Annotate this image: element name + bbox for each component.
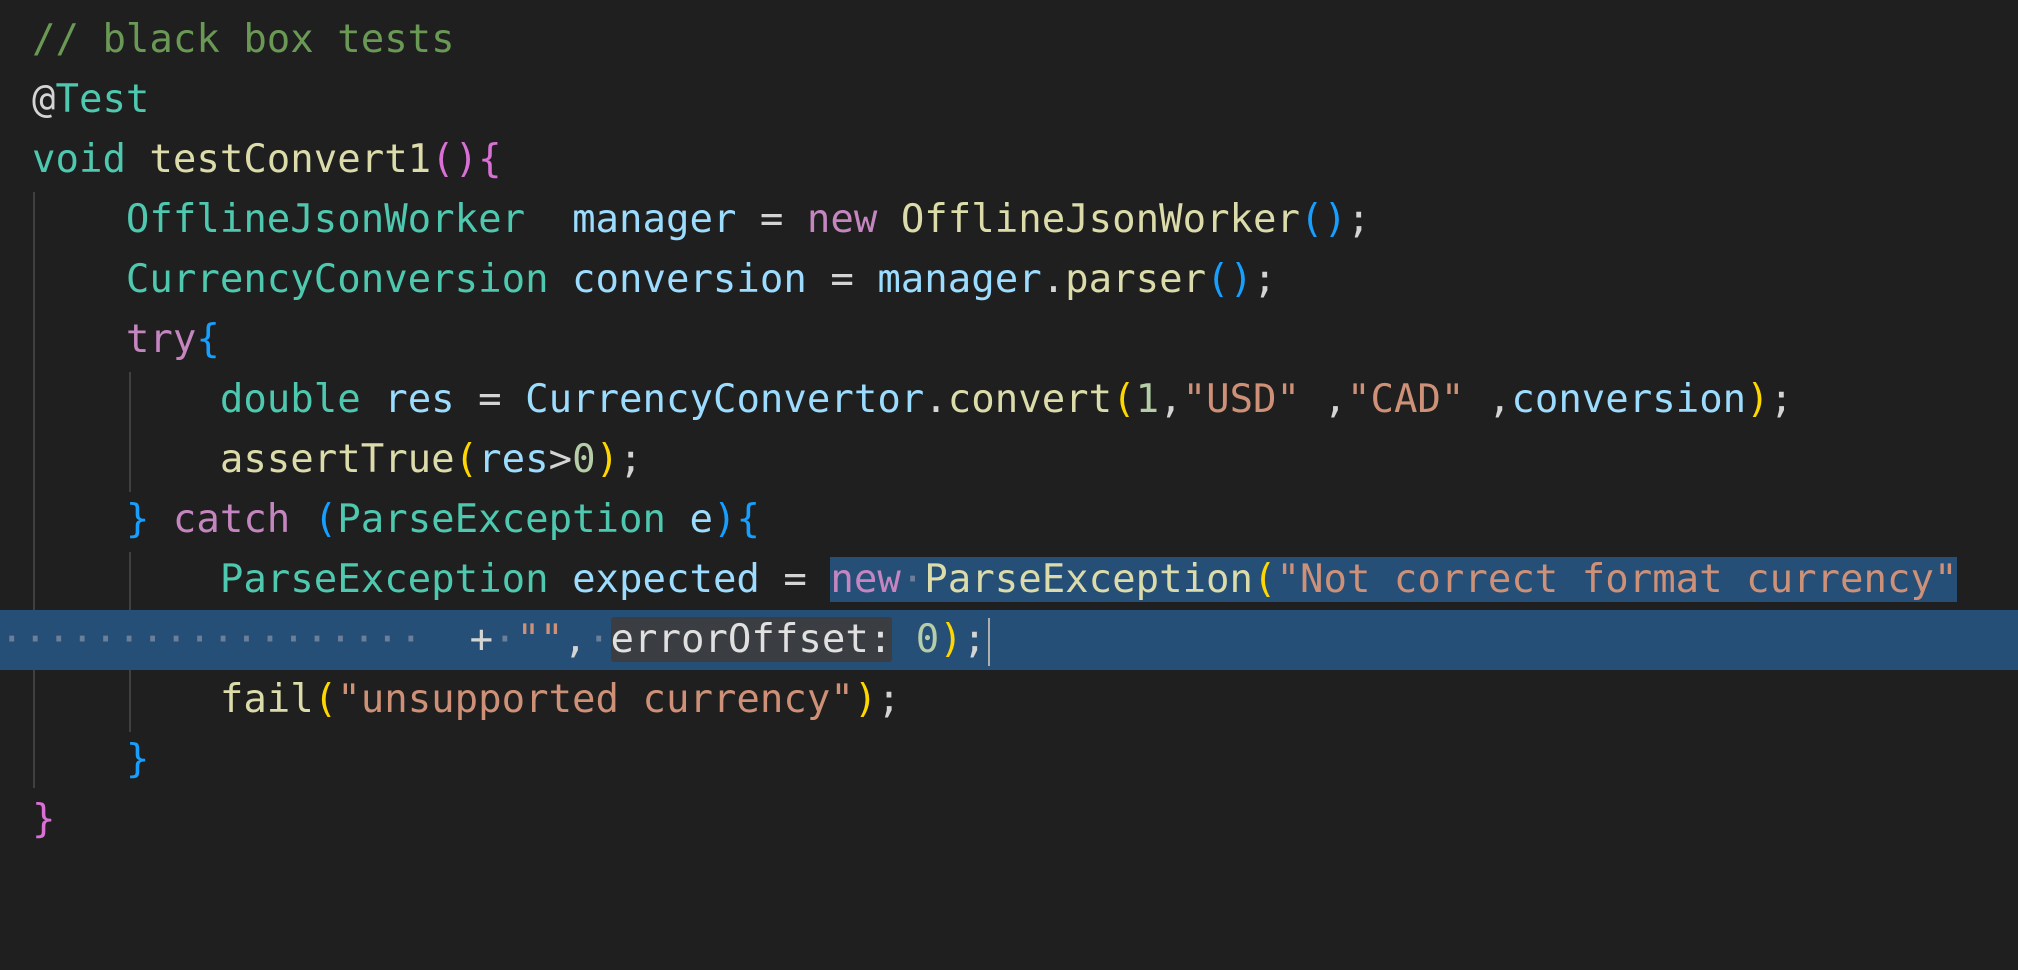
paren: ) xyxy=(454,137,479,182)
number-literal: 1 xyxy=(1135,377,1160,422)
semicolon: ; xyxy=(877,677,901,722)
assign-operator: = xyxy=(454,377,526,422)
assign-operator: = xyxy=(759,557,831,602)
code-line[interactable]: } xyxy=(0,730,2018,790)
code-line[interactable]: double res = CurrencyConvertor.convert(1… xyxy=(0,370,2018,430)
paren: ) xyxy=(1746,377,1770,422)
plus-operator: + xyxy=(469,617,494,662)
parameter-name: e xyxy=(689,497,713,542)
text-cursor xyxy=(988,617,991,666)
type-name: CurrencyConversion xyxy=(125,257,549,302)
type-name: OfflineJsonWorker xyxy=(125,197,526,242)
dot: . xyxy=(924,377,948,422)
variable-name: expected xyxy=(572,557,760,602)
variable-name: manager xyxy=(572,197,737,242)
comment-text: // black box tests xyxy=(32,17,455,62)
method-call: parser xyxy=(1065,257,1207,302)
assign-operator: = xyxy=(736,197,807,242)
class-name: CurrencyConvertor xyxy=(525,377,925,422)
code-line[interactable]: void testConvert1(){ xyxy=(0,130,2018,190)
code-editor[interactable]: // black box tests @Test void testConver… xyxy=(0,0,2018,856)
string-literal: "" xyxy=(516,617,564,662)
constructor-name: ParseException xyxy=(924,557,1254,602)
parameter-hint: errorOffset: xyxy=(610,617,893,662)
brace: { xyxy=(196,317,220,362)
string-literal: "unsupported currency" xyxy=(337,677,854,722)
variable-name: res xyxy=(478,437,549,482)
assign-operator: = xyxy=(806,257,878,302)
code-line[interactable]: } catch (ParseException e){ xyxy=(0,490,2018,550)
return-type: void xyxy=(32,137,126,182)
function-call: fail xyxy=(219,677,314,722)
code-line[interactable]: // black box tests xyxy=(0,10,2018,70)
argument-name: conversion xyxy=(1511,377,1747,422)
string-literal: "USD" xyxy=(1182,377,1301,422)
paren: ( xyxy=(431,137,455,182)
paren: ) xyxy=(712,497,737,542)
semicolon: ; xyxy=(962,617,987,662)
string-literal: "CAD" xyxy=(1346,377,1465,422)
comma: , xyxy=(1300,377,1347,422)
number-literal: 0 xyxy=(915,617,940,662)
paren: ( xyxy=(313,677,338,722)
variable-name: res xyxy=(384,377,455,422)
semicolon: ; xyxy=(1253,257,1277,302)
number-literal: 0 xyxy=(572,437,596,482)
comma: , xyxy=(1159,377,1183,422)
paren: ( xyxy=(454,437,479,482)
type-name: ParseException xyxy=(337,497,666,542)
annotation-name: Test xyxy=(55,77,150,122)
operator: > xyxy=(548,437,573,482)
type-name: double xyxy=(219,377,361,422)
code-line[interactable]: try{ xyxy=(0,310,2018,370)
brace: } xyxy=(125,497,150,542)
paren: ) xyxy=(595,437,620,482)
semicolon: ; xyxy=(1769,377,1794,422)
code-line[interactable]: ·················· +·"",·errorOffset: 0)… xyxy=(0,610,2018,670)
code-line[interactable]: OfflineJsonWorker manager = new OfflineJ… xyxy=(0,190,2018,250)
paren: ( xyxy=(313,497,338,542)
paren: ) xyxy=(939,617,963,662)
code-line[interactable]: assertTrue(res>0); xyxy=(0,430,2018,490)
semicolon: ; xyxy=(619,437,643,482)
spacing xyxy=(525,197,572,242)
try-keyword: try xyxy=(125,317,197,362)
semicolon: ; xyxy=(1346,197,1371,242)
method-name: testConvert1 xyxy=(149,137,432,182)
method-call: convert xyxy=(947,377,1113,422)
annotation-at-sign: @ xyxy=(32,77,56,122)
text-selection: new·ParseException("Not correct format c… xyxy=(830,557,1958,602)
catch-keyword: catch xyxy=(172,497,291,542)
variable-name: conversion xyxy=(572,257,807,302)
new-keyword: new xyxy=(830,557,901,602)
paren: () xyxy=(1300,197,1347,242)
brace: { xyxy=(736,497,760,542)
brace: } xyxy=(125,737,150,782)
object-name: manager xyxy=(877,257,1042,302)
string-literal: "Not correct format currency" xyxy=(1276,557,1958,602)
paren: ( xyxy=(1112,377,1136,422)
paren: ( xyxy=(1253,557,1277,602)
code-line[interactable]: fail("unsupported currency"); xyxy=(0,670,2018,730)
brace: { xyxy=(478,137,502,182)
dot: . xyxy=(1041,257,1066,302)
code-line[interactable]: CurrencyConversion conversion = manager.… xyxy=(0,250,2018,310)
function-call: assertTrue xyxy=(219,437,455,482)
code-line[interactable]: @Test xyxy=(0,70,2018,130)
type-name: ParseException xyxy=(219,557,549,602)
paren: ) xyxy=(853,677,878,722)
comma: , xyxy=(1464,377,1512,422)
code-line[interactable]: } xyxy=(0,790,2018,850)
code-line[interactable]: ParseException expected = new·ParseExcep… xyxy=(0,550,2018,610)
paren: () xyxy=(1206,257,1254,302)
comma: , xyxy=(563,617,588,662)
constructor-name: OfflineJsonWorker xyxy=(900,197,1300,242)
new-keyword: new xyxy=(806,197,878,242)
brace: } xyxy=(32,797,56,842)
